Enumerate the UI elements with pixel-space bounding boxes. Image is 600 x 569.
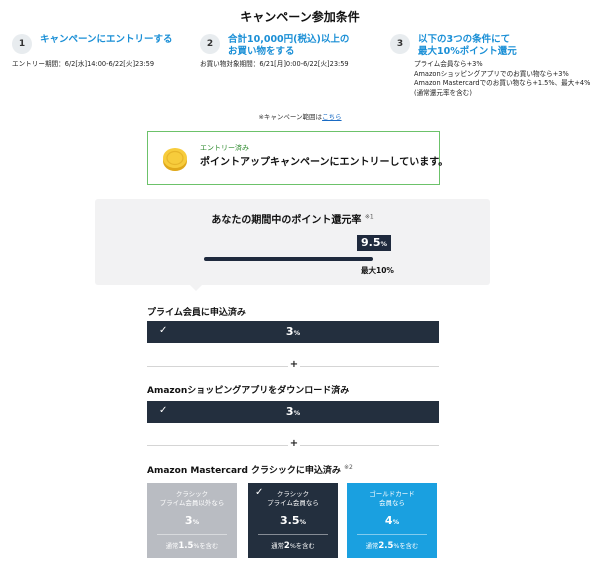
condition-value: 3% — [285, 325, 301, 338]
plus-divider: + — [147, 359, 439, 371]
scope-link[interactable]: こちら — [322, 113, 342, 121]
point-rate-panel: あなたの期間中のポイント還元率 ※1 9.5% 最大10% — [95, 199, 490, 285]
step-body: エントリー期間：6/2[水]14:00-6/22[火]23:59 — [12, 60, 155, 68]
point-rate-progress-bar — [204, 257, 373, 261]
card-classic-non-prime[interactable]: クラシック プライム会員以外なら 3% 通常1.5%を含む — [147, 483, 237, 558]
condition-value: 3% — [285, 405, 301, 418]
card-classic-prime[interactable]: ✓ クラシック プライム会員なら 3.5% 通常2%を含む — [248, 483, 338, 558]
card-title: クラシック プライム会員以外なら — [159, 490, 225, 507]
condition-label-mastercard: Amazon Mastercard クラシックに申込済み ※2 — [147, 464, 353, 476]
condition-label-prime: プライム会員に申込済み — [147, 308, 246, 318]
card-value: 3% — [184, 514, 200, 527]
card-title: ゴールドカード 会員なら — [369, 490, 415, 507]
step-number: 2 — [200, 34, 220, 54]
panel-pointer — [190, 285, 202, 291]
scope-note: ※キャンペーン範囲はこちら — [258, 113, 342, 121]
card-note: 通常2%を含む — [271, 541, 315, 551]
step-heading: キャンペーンにエントリーする — [40, 34, 173, 45]
step-number: 3 — [390, 34, 410, 54]
card-note: 通常2.5%を含む — [365, 541, 419, 551]
step-heading: 以下の3つの条件にて 最大10%ポイント還元 — [418, 34, 517, 57]
step-heading: 合計10,000円(税込)以上の お買い物をする — [228, 34, 350, 57]
point-rate-title: あなたの期間中のポイント還元率 ※1 — [211, 213, 374, 226]
entry-message: ポイントアップキャンペーンにエントリーしています。 — [200, 157, 449, 168]
condition-bar-prime: ✓ 3% — [147, 321, 439, 343]
point-rate-value: 9.5% — [357, 235, 392, 251]
condition-label-app: Amazonショッピングアプリをダウンロード済み — [147, 386, 350, 396]
page-title: キャンペーン参加条件 — [240, 10, 360, 24]
condition-bar-app: ✓ 3% — [147, 401, 439, 423]
step-body: プライム会員なら+3% Amazonショッピングアプリでのお買い物なら+3% A… — [414, 60, 591, 97]
card-title: クラシック プライム会員なら — [267, 490, 319, 507]
step-body: お買い物対象期間：6/21[月]0:00-6/22[火]23:59 — [200, 60, 349, 68]
entry-status-box: エントリー済み ポイントアップキャンペーンにエントリーしています。 — [147, 131, 448, 185]
step-number: 1 — [12, 34, 32, 54]
card-value: 3.5% — [279, 514, 306, 527]
plus-divider: + — [147, 438, 439, 450]
plus-icon: + — [288, 359, 300, 370]
point-rate-max-label: 最大10% — [361, 266, 394, 275]
card-value: 4% — [384, 514, 400, 527]
card-note: 通常1.5%を含む — [165, 541, 219, 551]
plus-icon: + — [288, 438, 300, 449]
card-gold[interactable]: ゴールドカード 会員なら 4% 通常2.5%を含む — [347, 483, 437, 558]
coin-icon — [163, 148, 187, 171]
entry-status-label: エントリー済み — [200, 144, 249, 152]
